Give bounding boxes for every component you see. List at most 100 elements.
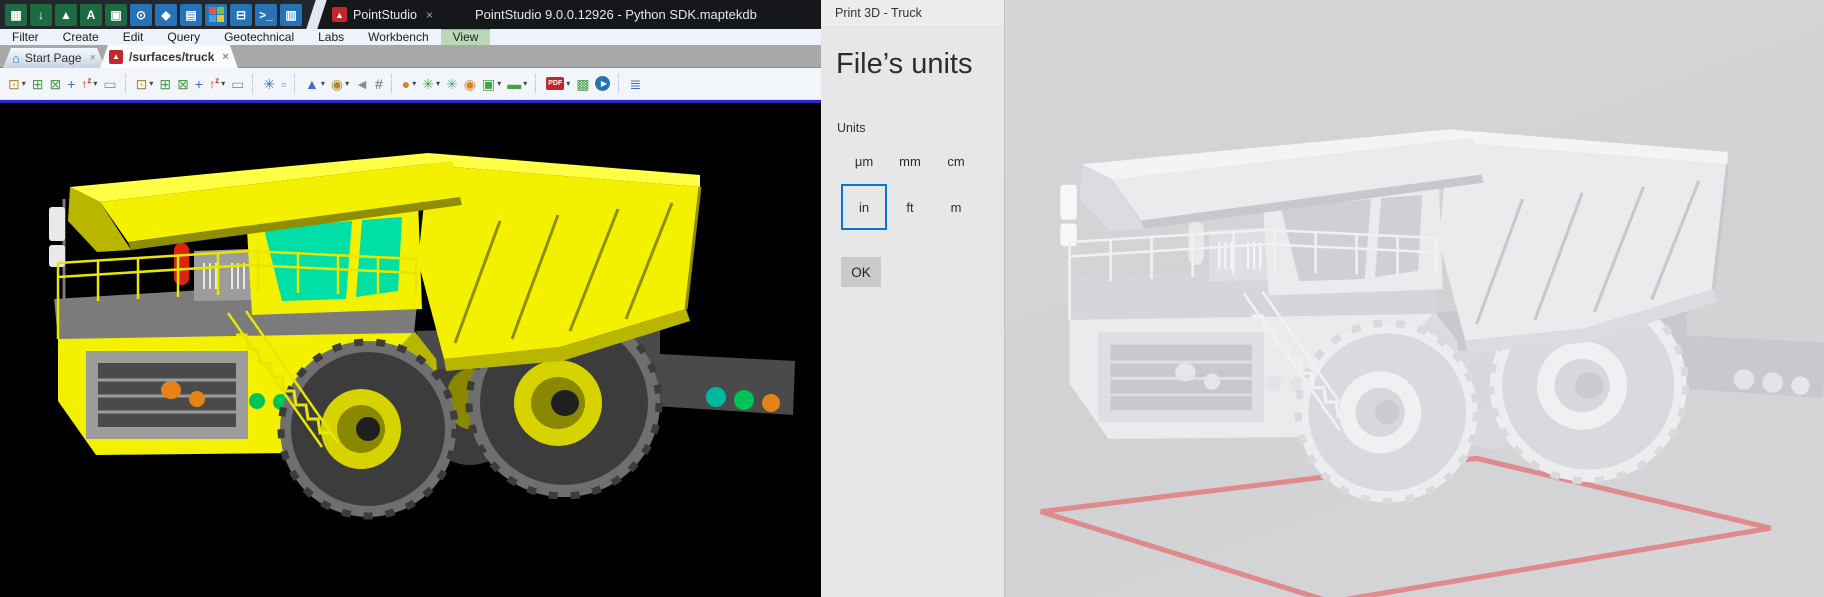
close-icon[interactable]: × [222,51,228,63]
label-icon[interactable]: A [80,3,102,26]
look-down-z-icon[interactable]: ↑z ▾ [78,72,100,96]
dock-window-icon[interactable]: ▫ [278,72,289,96]
new-view-2-icon-glyph: ▭ [231,75,245,92]
menu-filter[interactable]: Filter [0,29,51,45]
north-arrow-icon[interactable]: ▲ ▾ [302,72,328,96]
dropdown-arrow-icon[interactable]: ▾ [436,79,440,88]
menu-query[interactable]: Query [155,29,212,45]
refresh-view-icon[interactable]: ✳ [260,72,278,96]
terrain-icon[interactable]: ▲ [55,3,77,26]
pick-2-icon[interactable]: + [192,72,206,96]
dropdown-arrow-icon[interactable]: ▾ [497,79,501,88]
menu-labs[interactable]: Labs [306,29,356,45]
view-cube-2-icon[interactable]: ⊡ ▾ [133,72,157,96]
app-tab-pointstudio[interactable]: ▲ PointStudio × [324,0,441,29]
report-icon[interactable]: ▦ [5,3,27,26]
home-icon: ⌂ [12,50,20,66]
zoom-window-2-icon[interactable]: ⊠ [174,72,192,96]
points-icon[interactable]: ✳ ▾ [419,72,443,96]
dropdown-arrow-icon[interactable]: ▾ [523,79,527,88]
structure-icon[interactable]: ▣ [105,3,127,26]
close-icon[interactable]: × [90,52,96,64]
titlebar: ▦ ↓ ▲ A ▣ ⊙ ◆ ▤ ⊟ >_ ▥ ▲ PointStudio × PointStudio… [0,0,821,29]
zoom-extents-2-icon[interactable]: ⊞ [156,72,174,96]
play-animation-icon[interactable]: ▶ [592,72,613,96]
toolbar-separator [390,74,394,93]
dropdown-arrow-icon[interactable]: ▾ [321,79,325,88]
toolbar-separator [252,74,255,93]
pick-icon[interactable]: + [64,72,78,96]
unit-option-um[interactable]: μm [841,138,887,184]
render-sphere-icon[interactable]: ● ▾ [399,72,419,96]
ok-button[interactable]: OK [841,257,881,287]
export-pdf-icon[interactable]: PDF ▾ [543,72,573,96]
titlebar-quick-icons: ▦ ↓ ▲ A ▣ ⊙ ◆ ▤ ⊟ >_ ▥ [0,0,302,29]
avatar-icon[interactable]: ◉ [461,72,479,96]
menu-edit[interactable]: Edit [111,29,156,45]
view-cube-icon[interactable]: ⊡ ▾ [5,72,29,96]
zoom-window-icon[interactable]: ⊠ [46,72,64,96]
document-tabs: ⌂ Start Page × ▲ /surfaces/truck × [0,45,821,68]
grid-icon-glyph: # [374,75,383,92]
play-animation-icon-glyph: ▶ [595,76,611,91]
sound-icon-glyph: ◄ [355,75,369,92]
doc-tab-start-page[interactable]: ⌂ Start Page × [3,48,105,68]
look-down-z-2-icon[interactable]: ↑z ▾ [206,72,228,96]
import-icon[interactable]: ↓ [30,3,52,26]
new-view-icon[interactable]: ▭ [100,72,119,96]
new-view-2-icon[interactable]: ▭ [228,72,247,96]
dropdown-arrow-icon[interactable]: ▾ [149,79,153,88]
menu-workbench[interactable]: Workbench [356,29,440,45]
print3d-preview[interactable] [1004,0,1824,597]
console-icon[interactable]: >_ [255,3,277,26]
print3d-window: Print 3D - Truck File’s units Units μm m… [821,0,1824,597]
lighting-icon[interactable]: ◉ ▾ [328,72,352,96]
layer-list-icon[interactable]: ≣ [626,72,644,96]
unit-option-m[interactable]: m [933,184,979,230]
zoom-extents-icon[interactable]: ⊞ [29,72,47,96]
measure-icon[interactable]: ▬ ▾ [504,72,530,96]
close-icon[interactable]: × [426,8,433,22]
pick-2-icon-glyph: + [194,75,204,92]
shell-icon[interactable]: ▥ [280,3,302,26]
snap-icon[interactable]: ✳ [443,72,461,96]
titlebar-right: ▲ PointStudio × PointStudio 9.0.0.12926 … [306,0,821,29]
pin-icon[interactable]: ⊙ [130,3,152,26]
menu-geotechnical[interactable]: Geotechnical [212,29,306,45]
menubar: Filter Create Edit Query Geotechnical Labs Wor… [0,29,821,45]
unit-option-mm[interactable]: mm [887,138,933,184]
points-icon-glyph: ✳ [422,75,434,92]
look-down-z-icon-glyph: ↑z [81,76,92,91]
dropdown-arrow-icon[interactable]: ▾ [22,79,26,88]
pointstudio-logo-icon: ▲ [332,7,347,22]
doc-tab--surfaces-truck[interactable]: ▲ /surfaces/truck × [100,45,238,68]
truck-preview-render [1040,129,1824,597]
screenshot-icon[interactable]: ▩ [573,72,592,96]
dropdown-arrow-icon[interactable]: ▾ [412,79,416,88]
unit-option-in[interactable]: in [841,184,887,230]
solids-icon[interactable]: ◆ [155,3,177,26]
window-title: PointStudio 9.0.0.12926 - Python SDK.map… [474,7,757,22]
export-pdf-icon-glyph: PDF [546,77,565,90]
unit-option-ft[interactable]: ft [887,184,933,230]
north-arrow-icon-glyph: ▲ [305,75,319,92]
dropdown-arrow-icon[interactable]: ▾ [345,79,349,88]
document-icon[interactable]: ▤ [180,3,202,26]
print-layout-icon[interactable]: ⊟ [230,3,252,26]
unit-option-cm[interactable]: cm [933,138,979,184]
window-layout-icon[interactable]: ▣ ▾ [479,72,504,96]
sound-icon[interactable]: ◄ [352,72,372,96]
menu-create[interactable]: Create [51,29,111,45]
windows-logo-icon[interactable] [205,3,227,26]
zoom-window-2-icon-glyph: ⊠ [177,75,189,92]
menu-view[interactable]: View [440,29,491,45]
pointstudio-window: ▦ ↓ ▲ A ▣ ⊙ ◆ ▤ ⊟ >_ ▥ ▲ PointStudio × PointStudio… [0,0,821,597]
3d-viewport[interactable] [0,103,821,597]
view-cube-icon-glyph: ⊡ [8,75,20,92]
dropdown-arrow-icon[interactable]: ▾ [93,79,97,88]
toolbar-separator [124,74,128,93]
dropdown-arrow-icon[interactable]: ▾ [221,79,225,88]
grid-icon[interactable]: # [372,72,386,96]
dropdown-arrow-icon[interactable]: ▾ [566,79,570,88]
app-tab-label: PointStudio [353,7,417,22]
